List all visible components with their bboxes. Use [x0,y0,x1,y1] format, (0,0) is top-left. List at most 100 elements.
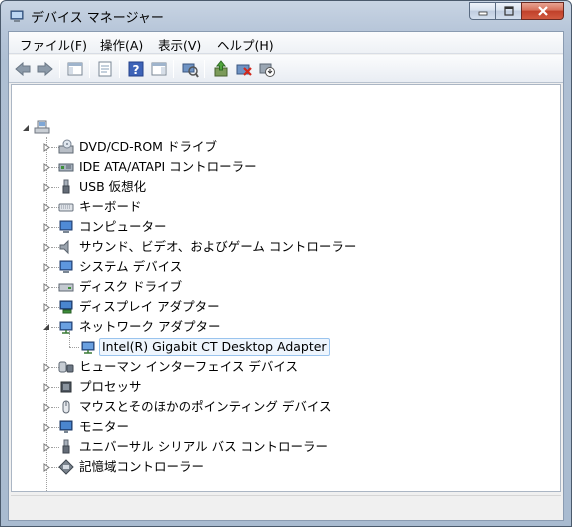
tree-category-label: モニター [79,419,130,434]
tree-category-node[interactable]: コンピューター [58,217,169,237]
menu-help[interactable]: ヘルプ(H) [216,35,275,54]
computer-icon [59,220,73,233]
expand-arrow-icon[interactable] [42,463,51,472]
close-button[interactable] [521,2,564,20]
tree-category-label: ヒューマン インターフェイス デバイス [79,359,298,374]
tree-category-label: サウンド、ビデオ、およびゲーム コントローラー [79,239,357,254]
processor-icon [60,381,72,393]
tree-category-node[interactable]: プロセッサ [58,377,144,397]
menu-bar: ファイル(F) 操作(A) 表示(V) ヘルプ(H) [9,32,563,54]
expand-arrow-icon[interactable] [42,223,51,232]
system-device-icon [59,260,73,273]
disable-device-icon [259,63,275,77]
window-title: デバイス マネージャー [31,11,164,26]
expand-arrow-icon[interactable] [42,263,51,272]
properties-icon [98,61,112,77]
forward-button[interactable] [35,59,55,79]
close-icon [537,6,548,16]
tree-root-label [53,126,57,128]
network-card-icon [81,341,95,354]
tree-category-node[interactable]: ヒューマン インターフェイス デバイス [58,357,300,377]
expand-arrow-icon[interactable] [42,163,51,172]
computer-root-icon [34,120,50,134]
back-button[interactable] [13,59,33,79]
tree-category-label: IDE ATA/ATAPI コントローラー [79,159,257,174]
tree-guide-line [69,347,79,348]
tree-category-node[interactable]: DVD/CD-ROM ドライブ [58,137,219,157]
device-tree[interactable]: DVD/CD-ROM ドライブ IDE ATA/ATAPI コントローラー USB … [11,84,561,492]
expand-arrow-icon[interactable] [42,183,51,192]
expand-arrow-icon[interactable] [42,403,51,412]
forward-arrow-icon [37,61,53,77]
minimize-icon [478,11,487,16]
usb-icon [62,179,70,194]
tree-device-node[interactable]: Intel(R) Gigabit CT Desktop Adapter [80,337,330,357]
expand-arrow-icon[interactable] [42,283,51,292]
device-manager-window: デバイス マネージャー ファイル(F) 操作(A) 表示(V) ヘルプ(H) ?… [0,0,572,527]
ide-controller-icon [58,163,74,172]
update-driver-icon [214,60,228,77]
menu-action[interactable]: 操作(A) [99,35,144,54]
tree-category-label: ディスク ドライブ [79,279,183,294]
tree-category-label: DVD/CD-ROM ドライブ [79,139,217,154]
tree-category-label: ディスプレイ アダプター [79,299,220,314]
tree-category-node[interactable]: 記憶域コントローラー [58,457,206,477]
expand-arrow-icon[interactable] [42,203,51,212]
title-bar[interactable]: デバイス マネージャー [1,1,571,31]
action-pane-button[interactable] [149,59,169,79]
storage-controller-icon [58,459,74,475]
collapse-arrow-icon[interactable] [42,323,51,332]
show-hide-console-tree-button[interactable] [65,59,85,79]
update-driver-button[interactable] [211,59,231,79]
tree-category-node[interactable]: IDE ATA/ATAPI コントローラー [58,157,259,177]
usb-controller-icon [62,439,70,454]
tree-guide-line [69,331,70,347]
menu-view[interactable]: 表示(V) [157,35,202,54]
expand-arrow-icon[interactable] [42,363,51,372]
scan-hardware-button[interactable] [180,59,200,79]
back-arrow-icon [15,61,31,77]
tree-category-node[interactable]: ディスク ドライブ [58,277,184,297]
dvd-drive-icon [58,139,74,154]
help-button[interactable]: ? [126,59,146,79]
speaker-icon [59,239,69,255]
expand-arrow-icon[interactable] [42,243,51,252]
tree-category-node[interactable]: サウンド、ビデオ、およびゲーム コントローラー [58,237,358,257]
expand-arrow-icon[interactable] [42,383,51,392]
maximize-icon [503,6,514,16]
status-bar [11,495,561,517]
tree-category-node[interactable]: ディスプレイ アダプター [58,297,222,317]
network-adapter-icon [59,321,73,334]
expand-arrow-icon[interactable] [42,143,51,152]
tree-category-node[interactable]: USB 仮想化 [58,177,148,197]
tree-category-node[interactable]: モニター [58,417,131,437]
tree-category-label: システム デバイス [79,259,183,274]
tree-category-node[interactable]: キーボード [58,197,144,217]
tree-category-label: キーボード [79,199,142,214]
toolbar-separator [89,60,90,78]
tree-category-node[interactable]: マウスとそのほかのポインティング デバイス [58,397,333,417]
hid-icon [58,361,74,373]
tree-category-node[interactable]: ネットワーク アダプター [58,317,222,337]
tree-root-node[interactable] [34,117,57,137]
client-area: ファイル(F) 操作(A) 表示(V) ヘルプ(H) ? DVD/CD-ROM … [8,31,564,521]
maximize-button[interactable] [495,2,521,20]
window-controls [469,2,564,20]
expand-arrow-icon[interactable] [42,303,51,312]
help-icon: ? [128,61,144,77]
tree-category-node[interactable]: システム デバイス [58,257,184,277]
collapse-arrow-icon[interactable] [22,124,31,133]
tree-category-node[interactable]: ユニバーサル シリアル バス コントローラー [58,437,330,457]
tree-category-label: マウスとそのほかのポインティング デバイス [79,399,332,414]
disable-button[interactable] [257,59,277,79]
expand-arrow-icon[interactable] [42,423,51,432]
properties-button[interactable] [95,59,115,79]
tree-category-label: コンピューター [79,219,167,234]
uninstall-button[interactable] [234,59,254,79]
toolbar: ? [9,55,563,83]
action-pane-icon [151,62,167,76]
menu-file[interactable]: ファイル(F) [19,35,88,54]
expand-arrow-icon[interactable] [42,443,51,452]
minimize-button[interactable] [469,2,495,20]
toolbar-separator [173,60,174,78]
